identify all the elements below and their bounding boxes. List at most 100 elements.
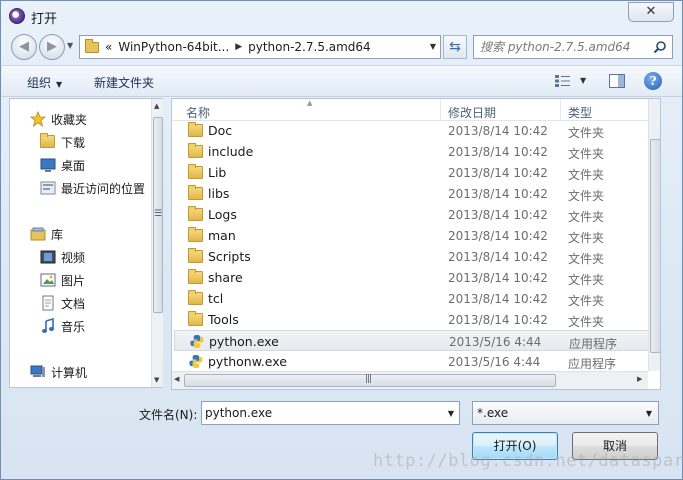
file-name: share bbox=[208, 270, 243, 285]
file-row[interactable]: libs 2013/8/14 10:42 文件夹 bbox=[174, 183, 660, 204]
scroll-up-icon[interactable]: ▲ bbox=[154, 102, 159, 110]
nav-scrollbar[interactable]: ▲ ☰ ▼ bbox=[151, 99, 163, 387]
scroll-left-icon[interactable]: ◀ bbox=[174, 375, 179, 383]
preview-pane-icon[interactable] bbox=[609, 74, 625, 88]
file-row[interactable]: Lib 2013/8/14 10:42 文件夹 bbox=[174, 162, 660, 183]
scroll-down-icon[interactable]: ▼ bbox=[154, 376, 159, 384]
chevron-down-icon[interactable]: ▼ bbox=[448, 409, 454, 418]
sidebar-item-music[interactable]: 音乐 bbox=[40, 316, 85, 336]
scroll-right-icon[interactable]: ▶ bbox=[637, 375, 642, 383]
file-date: 2013/8/14 10:42 bbox=[448, 166, 548, 180]
search-input[interactable] bbox=[480, 39, 650, 55]
view-dropdown-icon[interactable]: ▼ bbox=[580, 76, 586, 85]
file-row[interactable]: include 2013/8/14 10:42 文件夹 bbox=[174, 141, 660, 162]
sidebar-item-pictures[interactable]: 图片 bbox=[40, 270, 85, 290]
computer-label: 计算机 bbox=[51, 365, 88, 380]
file-name: pythonw.exe bbox=[208, 354, 287, 369]
file-list-scrollbar[interactable] bbox=[648, 99, 660, 371]
library-icon bbox=[30, 227, 46, 241]
file-type-select[interactable]: *.exe ▼ bbox=[472, 401, 659, 425]
arrow-left-icon: ◀ bbox=[19, 39, 29, 54]
navigation-bar: ◀ ▶ ▼ « WinPython-64bit... ▶ python-2.7.… bbox=[1, 31, 682, 63]
music-label: 音乐 bbox=[61, 319, 86, 334]
file-row[interactable]: pythonw.exe 2013/5/16 4:44 应用程序 bbox=[174, 351, 660, 372]
search-box[interactable] bbox=[473, 35, 673, 59]
file-type: 文件夹 bbox=[568, 168, 605, 182]
close-button[interactable]: ✕ bbox=[628, 2, 674, 22]
filename-combobox[interactable]: ▼ bbox=[201, 401, 460, 425]
breadcrumb-winpython[interactable]: WinPython-64bit... bbox=[118, 40, 229, 54]
new-folder-button[interactable]: 新建文件夹 bbox=[94, 74, 154, 91]
view-options-icon[interactable] bbox=[554, 74, 572, 88]
file-row[interactable]: Logs 2013/8/14 10:42 文件夹 bbox=[174, 204, 660, 225]
file-name: Lib bbox=[208, 165, 227, 180]
column-divider[interactable] bbox=[440, 99, 441, 121]
file-date: 2013/5/16 4:44 bbox=[448, 355, 541, 369]
filename-input[interactable] bbox=[205, 406, 435, 420]
forward-button[interactable]: ▶ bbox=[39, 34, 65, 60]
file-row[interactable]: Tools 2013/8/14 10:42 文件夹 bbox=[174, 309, 660, 330]
sidebar-item-videos[interactable]: 视频 bbox=[40, 247, 85, 267]
chevron-right-icon[interactable]: ▶ bbox=[235, 42, 242, 52]
file-row[interactable]: Doc 2013/8/14 10:42 文件夹 bbox=[174, 120, 660, 141]
file-list: ▲ 名称 修改日期 类型 Doc 2013/8/14 10:42 文件夹 includ… bbox=[171, 98, 661, 390]
close-icon: ✕ bbox=[645, 4, 657, 19]
column-name[interactable]: 名称 bbox=[186, 104, 210, 121]
file-name: Tools bbox=[208, 312, 239, 327]
address-overflow[interactable]: « bbox=[105, 40, 112, 54]
file-row[interactable]: tcl 2013/8/14 10:42 文件夹 bbox=[174, 288, 660, 309]
file-date: 2013/8/14 10:42 bbox=[448, 292, 548, 306]
downloads-label: 下载 bbox=[61, 135, 86, 150]
sidebar-item-favorites[interactable]: 收藏夹 bbox=[30, 109, 87, 129]
open-file-dialog: 打开 ✕ ◀ ▶ ▼ « WinPython-64bit... ▶ python… bbox=[0, 0, 683, 480]
search-icon[interactable] bbox=[653, 40, 667, 54]
file-date: 2013/8/14 10:42 bbox=[448, 229, 548, 243]
refresh-button[interactable]: ⇆ bbox=[443, 35, 467, 59]
file-type: 应用程序 bbox=[569, 337, 618, 351]
video-icon bbox=[40, 250, 56, 264]
file-name: include bbox=[208, 144, 254, 159]
sidebar-item-documents[interactable]: 文档 bbox=[40, 293, 85, 313]
file-list-scrollbar-thumb[interactable] bbox=[650, 139, 660, 353]
file-type: 文件夹 bbox=[568, 231, 605, 245]
help-icon[interactable]: ? bbox=[644, 72, 662, 90]
navigation-pane: 收藏夹 下载 桌面 最近访问的位置 库 视频 图片 文档 音乐 计算机 ▲ ☰ … bbox=[9, 98, 163, 388]
file-name: libs bbox=[208, 186, 230, 201]
pictures-label: 图片 bbox=[61, 273, 86, 288]
file-date: 2013/8/14 10:42 bbox=[448, 313, 548, 327]
file-name: Scripts bbox=[208, 249, 251, 264]
file-row[interactable]: python.exe 2013/5/16 4:44 应用程序 bbox=[174, 330, 660, 351]
command-bar: 组织 ▼ 新建文件夹 ▼ ? bbox=[2, 65, 682, 97]
recent-label: 最近访问的位置 bbox=[61, 181, 146, 196]
sidebar-item-downloads[interactable]: 下载 bbox=[40, 132, 85, 152]
desktop-label: 桌面 bbox=[61, 158, 86, 173]
horizontal-scrollbar[interactable]: ◀ ||| ▶ bbox=[172, 371, 648, 389]
file-date: 2013/8/14 10:42 bbox=[448, 187, 548, 201]
column-divider[interactable] bbox=[560, 99, 561, 121]
computer-icon bbox=[30, 365, 45, 377]
music-icon bbox=[42, 318, 54, 333]
address-bar[interactable]: « WinPython-64bit... ▶ python-2.7.5.amd6… bbox=[79, 35, 441, 59]
chevron-down-icon[interactable]: ▼ bbox=[430, 42, 436, 51]
column-date[interactable]: 修改日期 bbox=[448, 104, 496, 121]
file-type-value: *.exe bbox=[477, 406, 509, 420]
file-row[interactable]: Scripts 2013/8/14 10:42 文件夹 bbox=[174, 246, 660, 267]
folder-icon bbox=[188, 206, 204, 222]
refresh-icon: ⇆ bbox=[449, 39, 461, 55]
column-type[interactable]: 类型 bbox=[568, 104, 592, 121]
title-bar: 打开 ✕ bbox=[1, 1, 682, 31]
recent-pages-dropdown[interactable]: ▼ bbox=[67, 41, 73, 50]
chevron-down-icon[interactable]: ▼ bbox=[646, 409, 652, 418]
organize-button[interactable]: 组织 ▼ bbox=[27, 74, 62, 91]
breadcrumb-python[interactable]: python-2.7.5.amd64 bbox=[248, 40, 371, 54]
file-row[interactable]: man 2013/8/14 10:42 文件夹 bbox=[174, 225, 660, 246]
sidebar-item-computer[interactable]: 计算机 bbox=[30, 362, 87, 382]
sidebar-item-recent[interactable]: 最近访问的位置 bbox=[40, 178, 145, 198]
sidebar-item-desktop[interactable]: 桌面 bbox=[40, 155, 85, 175]
file-row[interactable]: share 2013/8/14 10:42 文件夹 bbox=[174, 267, 660, 288]
back-button[interactable]: ◀ bbox=[11, 34, 37, 60]
watermark-text: http://blog.csdn.net/dataspark bbox=[373, 451, 683, 471]
file-type: 文件夹 bbox=[568, 315, 605, 329]
desktop-icon bbox=[40, 158, 56, 172]
sidebar-item-libraries[interactable]: 库 bbox=[30, 224, 63, 244]
